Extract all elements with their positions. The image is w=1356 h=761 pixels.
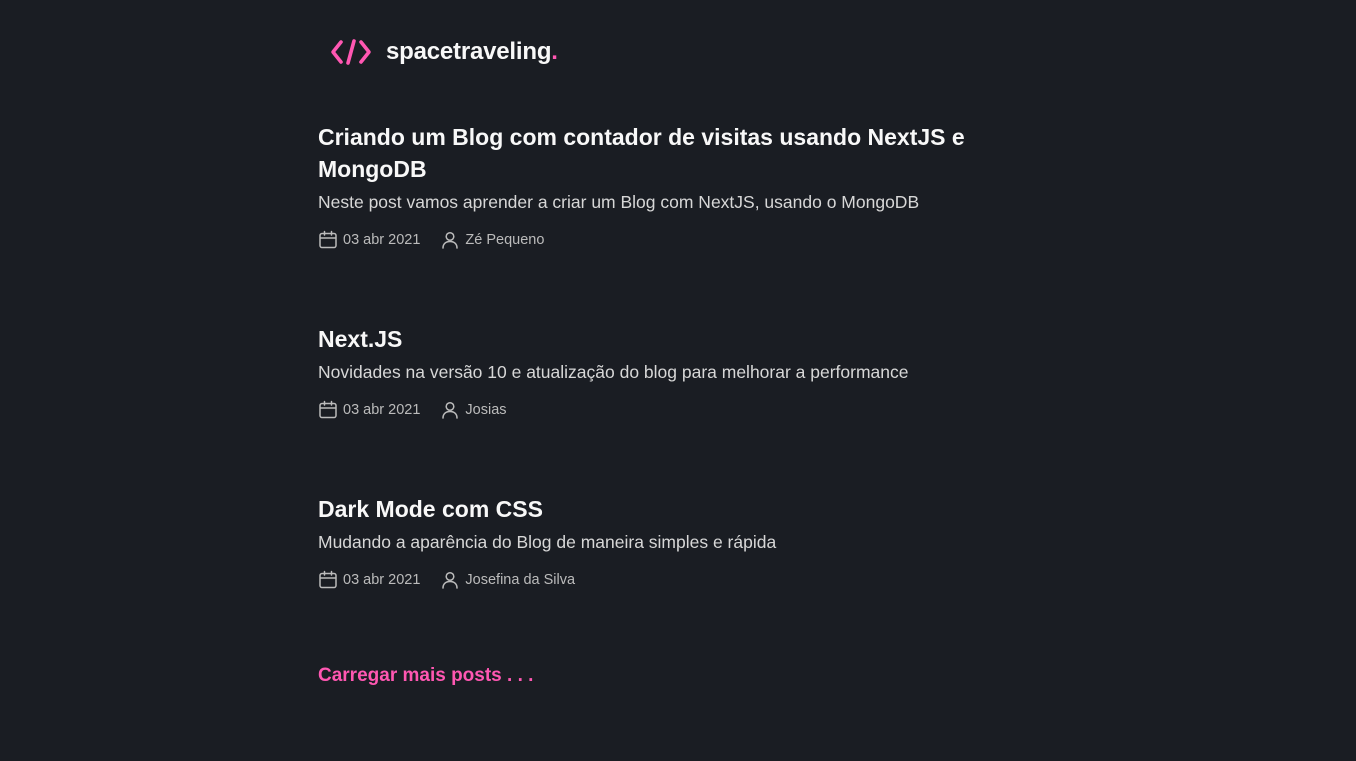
post-meta: 03 abr 2021 Zé Pequeno: [318, 229, 1038, 251]
post-meta: 03 abr 2021 Josias: [318, 399, 1038, 421]
load-more-button[interactable]: Carregar mais posts . . .: [318, 663, 533, 689]
post-subtitle: Novidades na versão 10 e atualização do …: [318, 362, 909, 382]
post-date-text: 03 abr 2021: [343, 572, 421, 588]
calendar-icon: [319, 570, 337, 589]
post-date: 03 abr 2021: [318, 570, 420, 590]
post-author-text: Josias: [465, 402, 507, 418]
calendar-icon: [319, 400, 337, 419]
user-icon: [442, 231, 459, 249]
post-title[interactable]: Criando um Blog com contador de visitas …: [318, 121, 1018, 185]
site-header: spacetraveling.: [330, 35, 558, 69]
post-title[interactable]: Next.JS: [318, 323, 1018, 355]
home-logo-link[interactable]: spacetraveling.: [330, 35, 558, 69]
brand-name: spacetraveling: [386, 38, 552, 65]
post-item[interactable]: Next.JS Novidades na versão 10 e atualiz…: [318, 323, 1038, 421]
calendar-icon: [319, 230, 337, 249]
post-item[interactable]: Criando um Blog com contador de visitas …: [318, 121, 1038, 251]
post-author-text: Zé Pequeno: [465, 232, 545, 248]
post-date-text: 03 abr 2021: [343, 402, 421, 418]
post-author: Josefina da Silva: [440, 570, 575, 590]
post-date-text: 03 abr 2021: [343, 232, 421, 248]
post-subtitle: Neste post vamos aprender a criar um Blo…: [318, 192, 920, 212]
post-meta: 03 abr 2021 Josefina da Silva: [318, 569, 1038, 591]
post-item[interactable]: Dark Mode com CSS Mudando a aparência do…: [318, 493, 1038, 591]
code-icon: [331, 39, 371, 65]
post-author: Josias: [440, 400, 507, 420]
user-icon: [442, 571, 459, 589]
post-subtitle: Mudando a aparência do Blog de maneira s…: [318, 532, 777, 552]
post-date: 03 abr 2021: [318, 400, 420, 420]
brand-dot: .: [551, 38, 558, 65]
user-icon: [442, 401, 459, 419]
post-date: 03 abr 2021: [318, 230, 420, 250]
post-author: Zé Pequeno: [440, 230, 544, 250]
post-author-text: Josefina da Silva: [465, 572, 576, 588]
post-title[interactable]: Dark Mode com CSS: [318, 493, 1018, 525]
